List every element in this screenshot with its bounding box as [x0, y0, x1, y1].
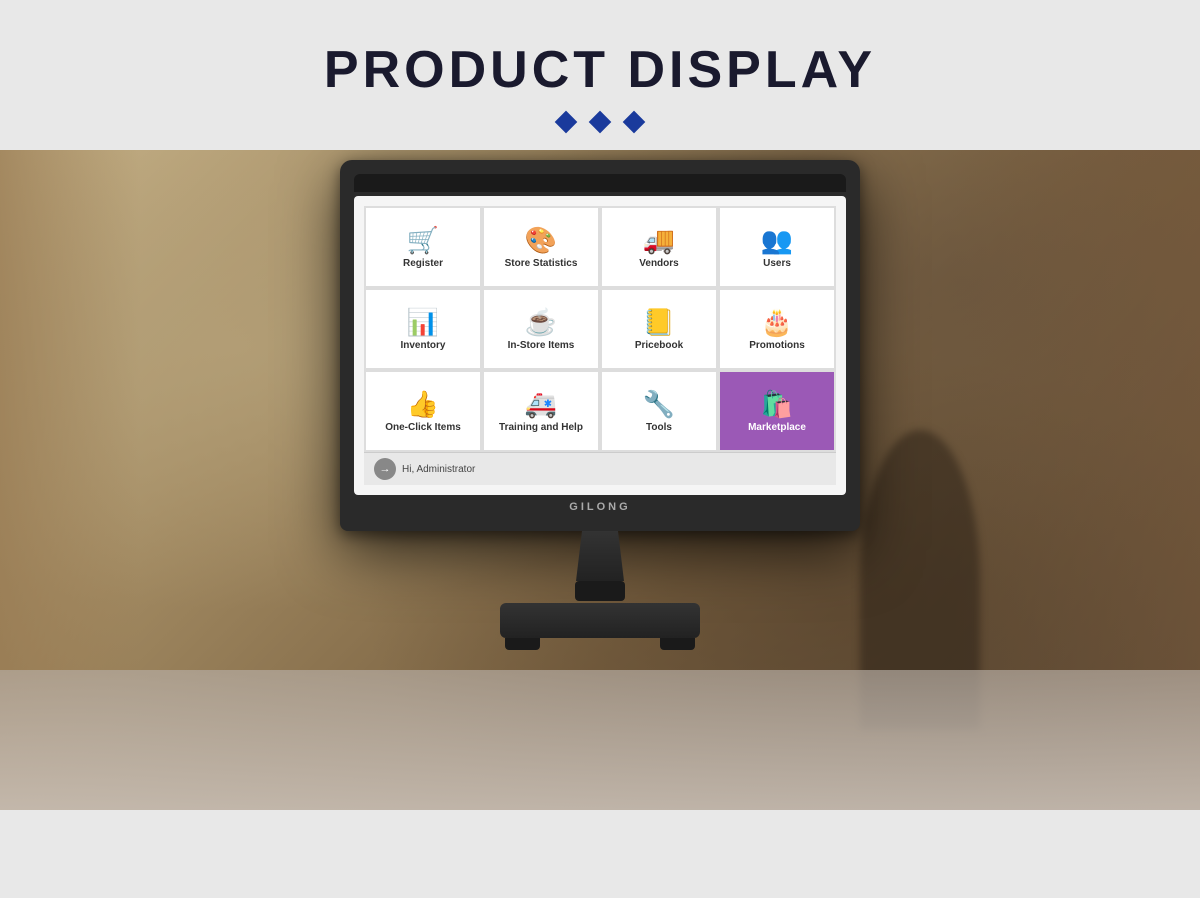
register-icon: 🛒 [407, 227, 439, 253]
decorative-diamonds [0, 114, 1200, 130]
stand-joint [575, 581, 625, 601]
monitor-top-bar [354, 174, 846, 192]
promotions-icon: 🎂 [761, 309, 793, 335]
marketplace-label: Marketplace [748, 422, 806, 434]
monitor-frame: 🛒 Register 🎨 Store Statistics 🚚 Vendors 👥 Users… [340, 160, 860, 531]
inventory-label: Inventory [400, 340, 445, 352]
app-tile-tools[interactable]: 🔧 Tools [602, 372, 716, 450]
status-text: Hi, Administrator [402, 464, 475, 475]
promotions-label: Promotions [749, 340, 805, 352]
marketplace-icon: 🛍️ [761, 391, 793, 417]
app-tile-promotions[interactable]: 🎂 Promotions [720, 290, 834, 368]
diamond-2 [589, 111, 612, 134]
app-tile-store-statistics[interactable]: 🎨 Store Statistics [484, 208, 598, 286]
one-click-items-label: One-Click Items [385, 422, 461, 434]
app-tile-one-click-items[interactable]: 👍 One-Click Items [366, 372, 480, 450]
stand-feet [505, 638, 695, 650]
app-tile-pricebook[interactable]: 📒 Pricebook [602, 290, 716, 368]
vendors-label: Vendors [639, 258, 678, 270]
training-and-help-label: Training and Help [499, 422, 583, 434]
app-tile-in-store-items[interactable]: ☕ In-Store Items [484, 290, 598, 368]
pos-monitor: 🛒 Register 🎨 Store Statistics 🚚 Vendors 👥 Users… [340, 160, 860, 650]
status-bar: → Hi, Administrator [364, 452, 836, 485]
page-title: PRODUCT DISPLAY [0, 40, 1200, 100]
users-icon: 👥 [761, 227, 793, 253]
monitor-screen: 🛒 Register 🎨 Store Statistics 🚚 Vendors 👥 Users… [354, 196, 846, 495]
app-tile-register[interactable]: 🛒 Register [366, 208, 480, 286]
users-label: Users [763, 258, 791, 270]
in-store-items-label: In-Store Items [508, 340, 575, 352]
stand-foot-left [505, 638, 540, 650]
tools-icon: 🔧 [643, 391, 675, 417]
vendors-icon: 🚚 [643, 227, 675, 253]
app-grid: 🛒 Register 🎨 Store Statistics 🚚 Vendors 👥 Users… [364, 206, 836, 452]
bg-counter [0, 670, 1200, 810]
app-tile-inventory[interactable]: 📊 Inventory [366, 290, 480, 368]
user-avatar-icon: → [374, 458, 396, 480]
pricebook-label: Pricebook [635, 340, 683, 352]
app-tile-vendors[interactable]: 🚚 Vendors [602, 208, 716, 286]
store-statistics-label: Store Statistics [505, 258, 578, 270]
screen-inner: 🛒 Register 🎨 Store Statistics 🚚 Vendors 👥 Users… [354, 196, 846, 495]
monitor-brand: GILONG [354, 495, 846, 521]
one-click-items-icon: 👍 [407, 391, 439, 417]
tools-label: Tools [646, 422, 672, 434]
inventory-icon: 📊 [407, 309, 439, 335]
diamond-3 [623, 111, 646, 134]
stand-neck [570, 531, 630, 581]
in-store-items-icon: ☕ [525, 309, 557, 335]
monitor-stand [340, 531, 860, 650]
register-label: Register [403, 258, 443, 270]
training-and-help-icon: 🚑 [525, 391, 557, 417]
background-scene: 🛒 Register 🎨 Store Statistics 🚚 Vendors 👥 Users… [0, 150, 1200, 810]
header-section: PRODUCT DISPLAY [0, 0, 1200, 150]
app-tile-users[interactable]: 👥 Users [720, 208, 834, 286]
pricebook-icon: 📒 [643, 309, 675, 335]
app-tile-training-and-help[interactable]: 🚑 Training and Help [484, 372, 598, 450]
diamond-1 [555, 111, 578, 134]
store-statistics-icon: 🎨 [525, 227, 557, 253]
stand-foot-right [660, 638, 695, 650]
app-tile-marketplace[interactable]: 🛍️ Marketplace [720, 372, 834, 450]
stand-base [500, 603, 700, 638]
